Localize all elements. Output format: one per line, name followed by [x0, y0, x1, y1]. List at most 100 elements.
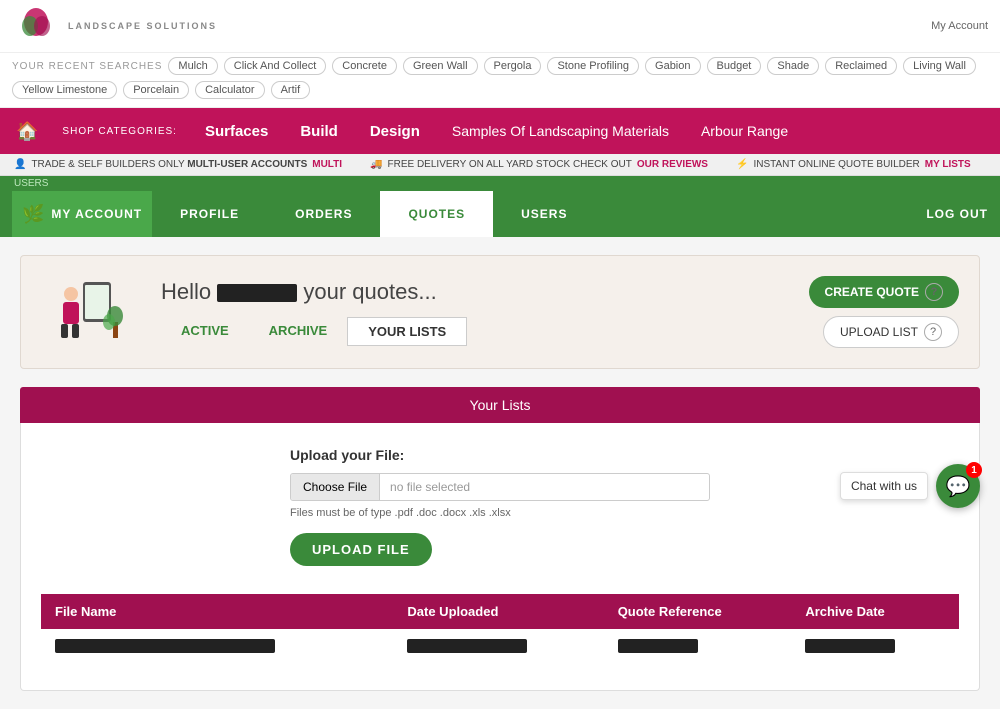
- upload-list-button[interactable]: UPLOAD LIST ?: [823, 316, 959, 348]
- tab-orders[interactable]: ORDERS: [267, 191, 380, 237]
- account-breadcrumb: USERS: [0, 176, 1000, 191]
- account-logo: 🌿 MY ACCOUNT: [12, 191, 152, 237]
- choose-file-button[interactable]: Choose File: [291, 474, 380, 500]
- search-tag-pergola[interactable]: Pergola: [484, 57, 542, 75]
- create-quote-help-icon[interactable]: ?: [925, 283, 943, 301]
- file-name-redacted: [55, 639, 275, 653]
- your-lists-section: Your Lists Upload your File: Choose File…: [20, 387, 980, 691]
- logo-text: LANDSCAPE SOLUTIONS: [68, 21, 217, 31]
- cell-archive-date: [791, 629, 959, 666]
- nav-build[interactable]: Build: [296, 123, 342, 140]
- trade-text: TRADE & SELF BUILDERS ONLY MULTI-USER AC…: [31, 159, 307, 170]
- info-delivery: 🚚 FREE DELIVERY ON ALL YARD STOCK CHECK …: [370, 159, 708, 170]
- home-icon[interactable]: 🏠: [16, 121, 38, 142]
- search-tag-artif[interactable]: Artif: [271, 81, 311, 99]
- create-quote-button[interactable]: CREATE QUOTE ?: [809, 276, 959, 308]
- hello-banner: Hello your quotes... ACTIVE ARCHIVE YOUR…: [20, 255, 980, 369]
- delivery-icon: 🚚: [370, 159, 382, 170]
- banner-actions: CREATE QUOTE ? UPLOAD LIST ?: [809, 276, 959, 348]
- col-file-name: File Name: [41, 594, 393, 629]
- files-table: File Name Date Uploaded Quote Reference …: [41, 594, 959, 666]
- cell-file-name: [41, 629, 393, 666]
- search-tag-reclaimed[interactable]: Reclaimed: [825, 57, 897, 75]
- search-tag-mulch[interactable]: Mulch: [168, 57, 217, 75]
- banner-title: Hello your quotes...: [161, 279, 789, 305]
- logo-area: LANDSCAPE SOLUTIONS: [12, 6, 217, 46]
- search-tag-porcelain[interactable]: Porcelain: [123, 81, 189, 99]
- info-bar: 👤 TRADE & SELF BUILDERS ONLY MULTI-USER …: [0, 154, 1000, 176]
- nav-surfaces[interactable]: Surfaces: [201, 123, 272, 140]
- search-tag-living-wall[interactable]: Living Wall: [903, 57, 976, 75]
- section-body: Upload your File: Choose File no file se…: [20, 423, 980, 691]
- shop-categories-label: SHOP CATEGORIES:: [62, 126, 177, 137]
- search-tag-concrete[interactable]: Concrete: [332, 57, 397, 75]
- banner-tabs: ACTIVE ARCHIVE YOUR LISTS: [161, 317, 789, 346]
- upload-form: Upload your File: Choose File no file se…: [290, 447, 710, 566]
- nav-arbour[interactable]: Arbour Range: [697, 123, 792, 139]
- banner-text-area: Hello your quotes... ACTIVE ARCHIVE YOUR…: [161, 279, 789, 346]
- trade-link[interactable]: MULTI: [312, 159, 342, 170]
- chat-widget: Chat with us 💬 1: [840, 464, 980, 508]
- col-archive-date: Archive Date: [791, 594, 959, 629]
- chat-label: Chat with us: [840, 472, 928, 500]
- create-quote-label: CREATE QUOTE: [825, 285, 919, 299]
- upload-list-label: UPLOAD LIST: [840, 325, 918, 339]
- bolt-icon: ⚡: [736, 159, 748, 170]
- search-tag-shade[interactable]: Shade: [767, 57, 819, 75]
- tab-quotes[interactable]: QUOTES: [380, 191, 493, 237]
- upload-label: Upload your File:: [290, 447, 710, 463]
- search-tag-yellow-limestone[interactable]: Yellow Limestone: [12, 81, 117, 99]
- recent-searches-label: YOUR RECENT SEARCHES: [12, 61, 162, 72]
- main-nav: 🏠 SHOP CATEGORIES: Surfaces Build Design…: [0, 108, 1000, 154]
- upload-file-button[interactable]: UPLOAD FILE: [290, 533, 432, 566]
- account-nav: 🌿 MY ACCOUNT PROFILE ORDERS QUOTES USERS…: [0, 191, 1000, 237]
- search-tag-budget[interactable]: Budget: [707, 57, 762, 75]
- greeting-text: Hello: [161, 279, 211, 304]
- section-title: Your Lists: [470, 397, 531, 413]
- search-tag-click[interactable]: Click And Collect: [224, 57, 327, 75]
- nav-design[interactable]: Design: [366, 123, 424, 140]
- file-name-display: no file selected: [380, 474, 709, 500]
- banner-tab-your-lists[interactable]: YOUR LISTS: [347, 317, 467, 346]
- search-tag-stone[interactable]: Stone Profiling: [547, 57, 639, 75]
- delivery-link[interactable]: OUR REVIEWS: [637, 159, 708, 170]
- file-hint: Files must be of type .pdf .doc .docx .x…: [290, 507, 710, 519]
- file-input-row: Choose File no file selected: [290, 473, 710, 501]
- delivery-text: FREE DELIVERY ON ALL YARD STOCK CHECK OU…: [388, 159, 632, 170]
- search-tag-calculator[interactable]: Calculator: [195, 81, 265, 99]
- top-bar: LANDSCAPE SOLUTIONS My Account: [0, 0, 1000, 53]
- chat-icon: 💬: [946, 474, 971, 499]
- logout-button[interactable]: LOG OUT: [926, 207, 988, 221]
- cell-quote-reference: [604, 629, 792, 666]
- quote-link[interactable]: MY LISTS: [925, 159, 971, 170]
- logo-icon: [12, 6, 60, 46]
- greeting-suffix: your quotes...: [303, 279, 436, 304]
- table-row: [41, 629, 959, 666]
- col-date-uploaded: Date Uploaded: [393, 594, 603, 629]
- table-header: File Name Date Uploaded Quote Reference …: [41, 594, 959, 629]
- section-header: Your Lists: [20, 387, 980, 423]
- chat-button[interactable]: 💬 1: [936, 464, 980, 508]
- nav-samples[interactable]: Samples Of Landscaping Materials: [448, 123, 673, 139]
- upload-list-help-icon[interactable]: ?: [924, 323, 942, 341]
- cell-date-uploaded: [393, 629, 603, 666]
- date-uploaded-redacted: [407, 639, 527, 653]
- account-link: My Account: [931, 20, 988, 32]
- archive-date-redacted: [805, 639, 895, 653]
- search-tag-green-wall[interactable]: Green Wall: [403, 57, 478, 75]
- leaf-icon: 🌿: [22, 204, 45, 225]
- table-body: [41, 629, 959, 666]
- recent-searches-bar: YOUR RECENT SEARCHES Mulch Click And Col…: [0, 53, 1000, 108]
- my-account-label: MY ACCOUNT: [51, 207, 142, 221]
- tab-users[interactable]: USERS: [493, 191, 595, 237]
- chat-badge: 1: [966, 462, 982, 478]
- info-trade: 👤 TRADE & SELF BUILDERS ONLY MULTI-USER …: [14, 159, 342, 170]
- col-quote-reference: Quote Reference: [604, 594, 792, 629]
- quote-text: INSTANT ONLINE QUOTE BUILDER: [753, 159, 919, 170]
- search-tag-gabion[interactable]: Gabion: [645, 57, 700, 75]
- username-redacted: [217, 284, 297, 302]
- account-tabs: PROFILE ORDERS QUOTES USERS: [152, 191, 926, 237]
- banner-tab-archive[interactable]: ARCHIVE: [249, 317, 348, 346]
- tab-profile[interactable]: PROFILE: [152, 191, 267, 237]
- banner-tab-active[interactable]: ACTIVE: [161, 317, 249, 346]
